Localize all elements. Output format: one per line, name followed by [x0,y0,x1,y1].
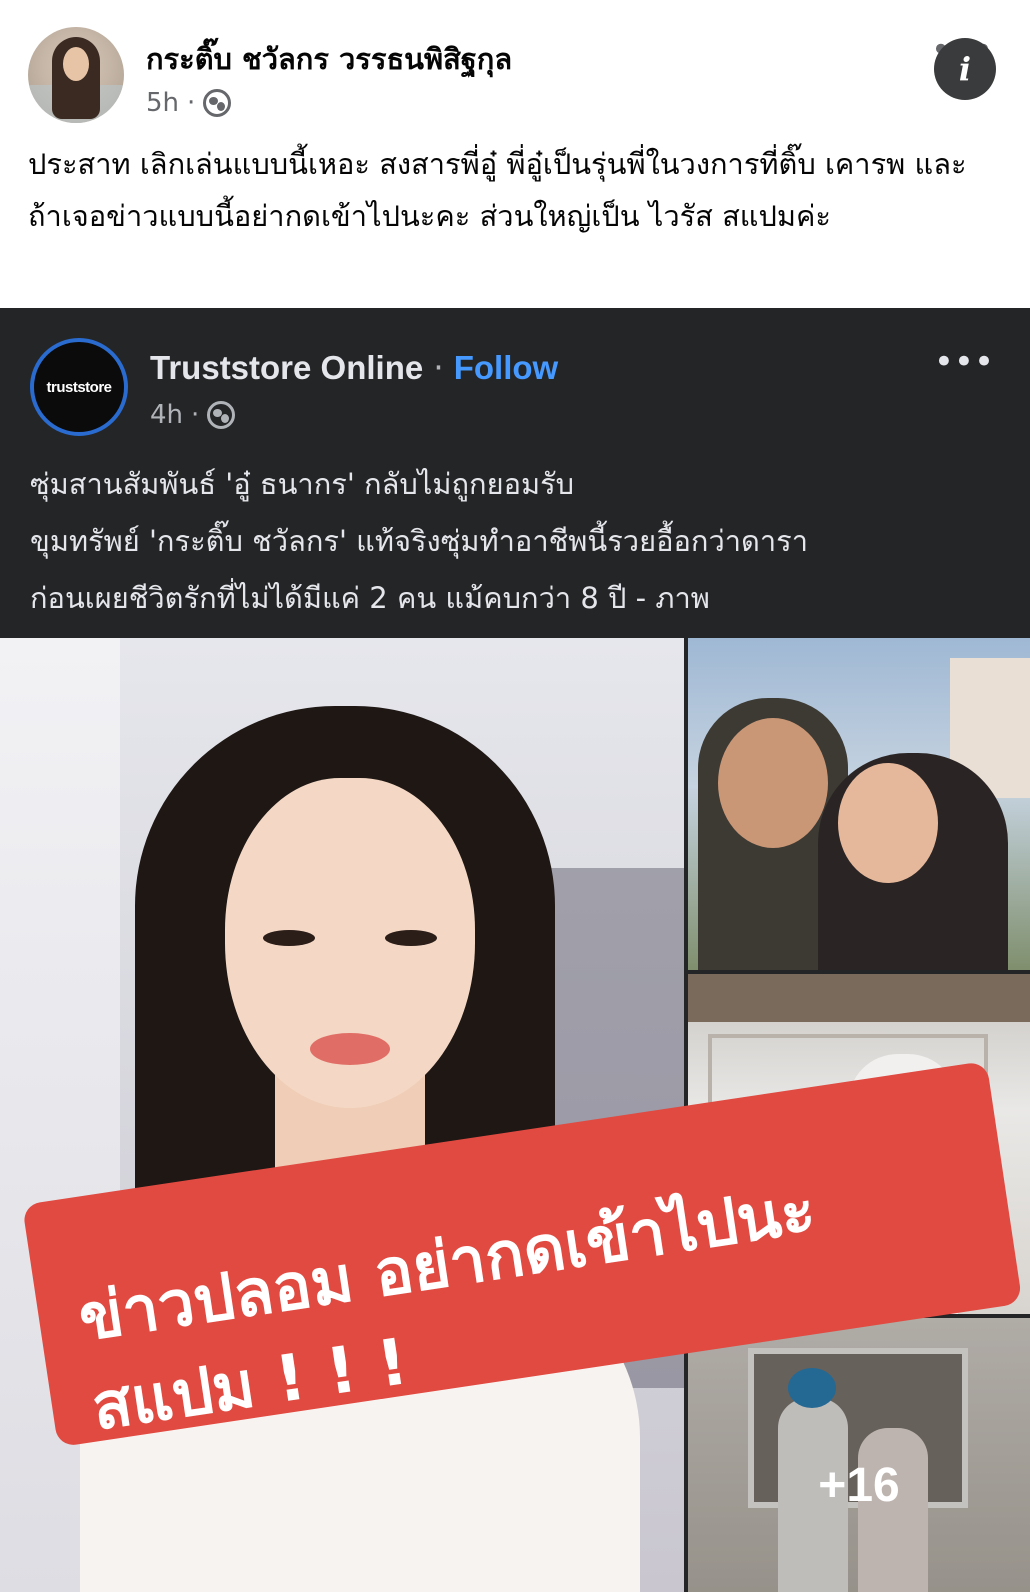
side-photo-3[interactable] [688,1318,1030,1592]
shared-meta-separator: · [191,400,200,430]
post-time[interactable]: 5h [146,88,179,118]
shared-text-line: ซุ่มสานสัมพันธ์ 'อู๋ ธนากร' กลับไม่ถูกยอ… [30,467,575,501]
side-photo-1[interactable] [688,638,1030,970]
post-meta: 5h · [146,88,232,118]
shared-post-time[interactable]: 4h [150,400,183,430]
more-photos-count[interactable]: +16 [688,1458,1030,1513]
shared-text-line: ขุมทรัพย์ 'กระติ๊บ ชวัลกร' แท้จริงซุ่มทำ… [30,524,809,558]
info-icon[interactable]: i [934,38,996,100]
post-header: กระติ๊บ ชวัลกร วรรธนพิสิฐกุล 5h · ••• [0,0,1030,130]
globe-icon [207,401,236,429]
page-name-row: Truststore Online · Follow [150,348,558,387]
meta-separator: · [187,88,196,118]
shared-text-line: ก่อนเผยชีวิตรักที่ไม่ได้มีแค่ 2 คน แม้คบ… [30,581,710,615]
follow-button[interactable]: Follow [454,349,558,387]
name-separator: · [433,348,444,387]
author-avatar[interactable] [28,27,124,123]
globe-icon [203,89,232,117]
shared-post-meta: 4h · [150,400,236,430]
page-name[interactable]: Truststore Online [150,349,423,387]
author-name[interactable]: กระติ๊บ ชวัลกร วรรธนพิสิฐกุล [146,36,512,82]
page-logo-text: truststore [46,378,112,396]
banner-line-1: ข่าวปลอม อย่ากดเข้าไปนะ [74,1173,820,1357]
post-body-text: ประสาท เลิกเล่นแบบนี้เหอะ สงสารพี่อู๋ พี… [28,147,967,233]
shared-post-text: ซุ่มสานสัมพันธ์ 'อู๋ ธนากร' กลับไม่ถูกยอ… [30,456,1010,627]
shared-more-options-icon[interactable]: ••• [934,342,994,382]
page-avatar[interactable]: truststore [30,338,128,436]
